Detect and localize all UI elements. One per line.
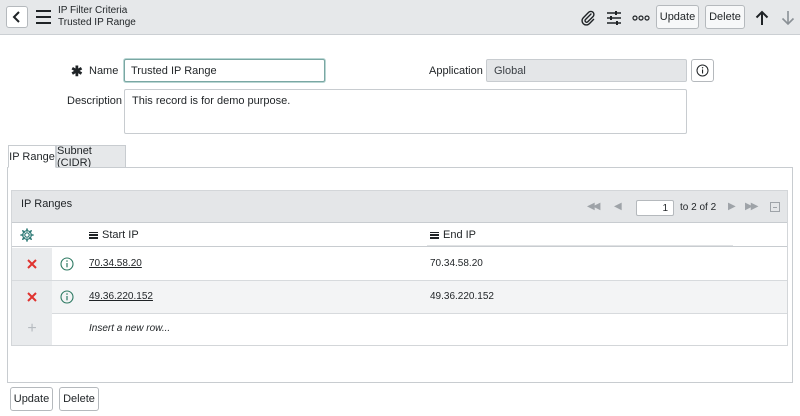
ip-ranges-related-list: IP Ranges ◀◀ ◀ to 2 of 2 ▶ ▶▶ Start IP E…	[11, 190, 788, 346]
tab-subnet-cidr[interactable]: Subnet (CIDR)	[56, 145, 126, 169]
column-header-row: Start IP End IP	[12, 223, 787, 247]
insert-row: + Insert a new row...	[12, 313, 787, 345]
next-record-arrow-icon[interactable]	[778, 8, 798, 28]
end-ip-value: 70.34.58.20	[430, 258, 483, 269]
form-menu-icon[interactable]	[36, 10, 51, 24]
start-ip-link[interactable]: 70.34.58.20	[89, 258, 142, 269]
paperclip-icon[interactable]	[578, 8, 598, 28]
application-field: Global	[486, 59, 687, 82]
delete-row-button[interactable]	[12, 281, 52, 313]
end-ip-column-header[interactable]: End IP	[430, 229, 476, 241]
info-icon	[696, 64, 709, 77]
description-field[interactable]: This record is for demo purpose.	[124, 89, 687, 134]
required-indicator-icon: ✱	[71, 63, 83, 79]
table-row: 49.36.220.152 49.36.220.152	[12, 281, 787, 314]
footer-update-button[interactable]: Update	[10, 387, 53, 411]
description-label: Description	[67, 95, 123, 107]
column-menu-icon	[430, 231, 439, 239]
footer-delete-button[interactable]: Delete	[59, 387, 99, 411]
gear-icon[interactable]	[20, 228, 34, 245]
table-row: 70.34.58.20 70.34.58.20	[12, 248, 787, 281]
column-divider	[427, 245, 733, 246]
insert-new-row-field[interactable]: Insert a new row...	[89, 323, 170, 334]
next-page-icon[interactable]: ▶	[728, 201, 736, 212]
previous-record-arrow-icon[interactable]	[752, 8, 772, 28]
settings-sliders-icon[interactable]	[604, 8, 624, 28]
tab-ip-range[interactable]: IP Range	[8, 145, 56, 168]
start-ip-column-header[interactable]: Start IP	[89, 229, 139, 241]
application-label: Application	[429, 65, 483, 77]
form-table-title: IP Filter Criteria	[58, 5, 128, 16]
chevron-left-icon	[12, 11, 20, 23]
column-menu-icon	[89, 231, 98, 239]
form-header: IP Filter Criteria Trusted IP Range Upda…	[0, 0, 800, 35]
delete-row-button[interactable]	[12, 248, 52, 280]
related-list-title: IP Ranges	[21, 198, 73, 210]
name-label: Name	[89, 65, 119, 77]
collapse-list-icon[interactable]	[770, 202, 780, 212]
first-page-icon[interactable]: ◀◀	[587, 201, 600, 212]
header-update-button[interactable]: Update	[656, 5, 699, 29]
add-row-plus-icon[interactable]: +	[12, 313, 52, 345]
page-range-text: to 2 of 2	[680, 202, 717, 213]
back-button[interactable]	[6, 6, 28, 28]
form-record-title: Trusted IP Range	[58, 17, 136, 28]
start-ip-link[interactable]: 49.36.220.152	[89, 291, 153, 302]
delete-x-icon	[27, 292, 37, 302]
header-delete-button[interactable]: Delete	[705, 5, 745, 29]
name-field[interactable]	[124, 59, 325, 82]
last-page-icon[interactable]: ▶▶	[745, 201, 758, 212]
related-list-header: IP Ranges ◀◀ ◀ to 2 of 2 ▶ ▶▶	[12, 191, 787, 223]
end-ip-value: 49.36.220.152	[430, 291, 494, 302]
info-icon[interactable]	[60, 290, 74, 304]
more-options-icon[interactable]	[631, 8, 651, 28]
application-info-button[interactable]	[691, 59, 714, 82]
previous-page-icon[interactable]: ◀	[614, 201, 622, 212]
info-icon[interactable]	[60, 257, 74, 271]
page-number-input[interactable]	[636, 200, 674, 216]
delete-x-icon	[27, 259, 37, 269]
